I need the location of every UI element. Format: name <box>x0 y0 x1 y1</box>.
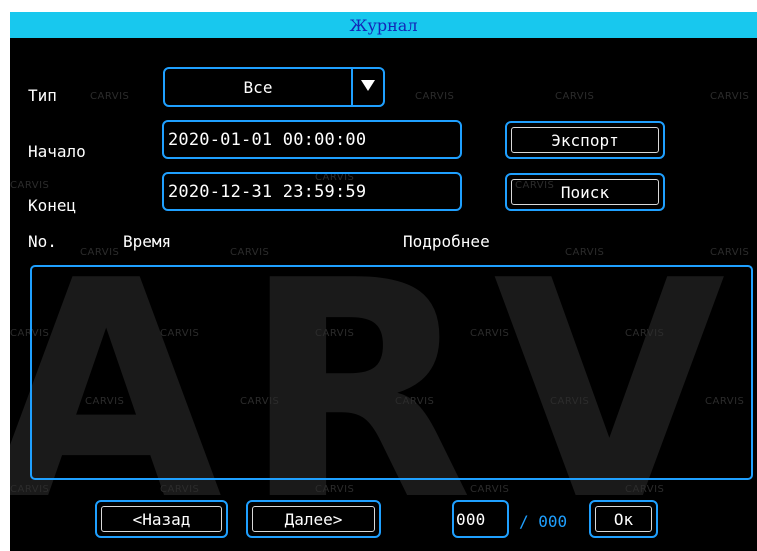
column-header-no: No. <box>28 232 57 251</box>
watermark-text: CARVIS <box>230 247 270 258</box>
page-number-input[interactable]: 000 <box>452 500 509 538</box>
prev-page-button[interactable]: <Назад <box>95 500 228 538</box>
start-datetime-field[interactable]: 2020-01-01 00:00:00 <box>162 120 462 159</box>
log-screen: ARVI CARVIS CARVIS CARVIS CARVIS CARVIS … <box>10 12 757 551</box>
watermark-text: CARVIS <box>10 484 50 495</box>
watermark-text: CARVIS <box>470 484 510 495</box>
ok-button-label: Ок <box>595 506 652 532</box>
type-select[interactable]: Все <box>163 67 385 107</box>
column-header-details: Подробнее <box>403 232 490 251</box>
end-datetime-field[interactable]: 2020-12-31 23:59:59 <box>162 172 462 211</box>
watermark-text: CARVIS <box>315 484 355 495</box>
select-divider <box>351 69 353 105</box>
ok-button[interactable]: Ок <box>589 500 658 538</box>
page-number-value: 000 <box>456 509 486 529</box>
next-page-button-label: Далее> <box>252 506 375 532</box>
watermark-text: CARVIS <box>80 247 120 258</box>
total-pages-text: / 000 <box>519 512 568 531</box>
column-header-time: Время <box>123 232 172 251</box>
end-datetime-value: 2020-12-31 23:59:59 <box>168 181 367 202</box>
watermark-text: CARVIS <box>625 484 665 495</box>
start-label: Начало <box>28 142 86 161</box>
watermark-text: CARVIS <box>710 247 750 258</box>
watermark-text: CARVIS <box>160 484 200 495</box>
export-button[interactable]: Экспорт <box>505 121 665 159</box>
watermark-text: CARVIS <box>565 247 605 258</box>
watermark-text: CARVIS <box>90 91 130 102</box>
window-title: Журнал <box>349 15 418 35</box>
search-button-label: Поиск <box>511 179 659 205</box>
next-page-button[interactable]: Далее> <box>246 500 381 538</box>
type-select-value: Все <box>243 77 273 97</box>
type-label: Тип <box>28 86 57 105</box>
watermark-text: CARVIS <box>10 180 50 191</box>
export-button-label: Экспорт <box>511 127 659 153</box>
prev-page-button-label: <Назад <box>101 506 222 532</box>
search-button[interactable]: Поиск <box>505 173 665 211</box>
end-label: Конец <box>28 196 77 215</box>
chevron-down-icon[interactable] <box>361 80 375 91</box>
start-datetime-value: 2020-01-01 00:00:00 <box>168 129 367 150</box>
watermark-text: CARVIS <box>555 91 595 102</box>
log-list[interactable] <box>30 265 753 480</box>
title-bar: Журнал <box>10 12 757 38</box>
watermark-text: CARVIS <box>710 91 750 102</box>
watermark-text: CARVIS <box>415 91 455 102</box>
